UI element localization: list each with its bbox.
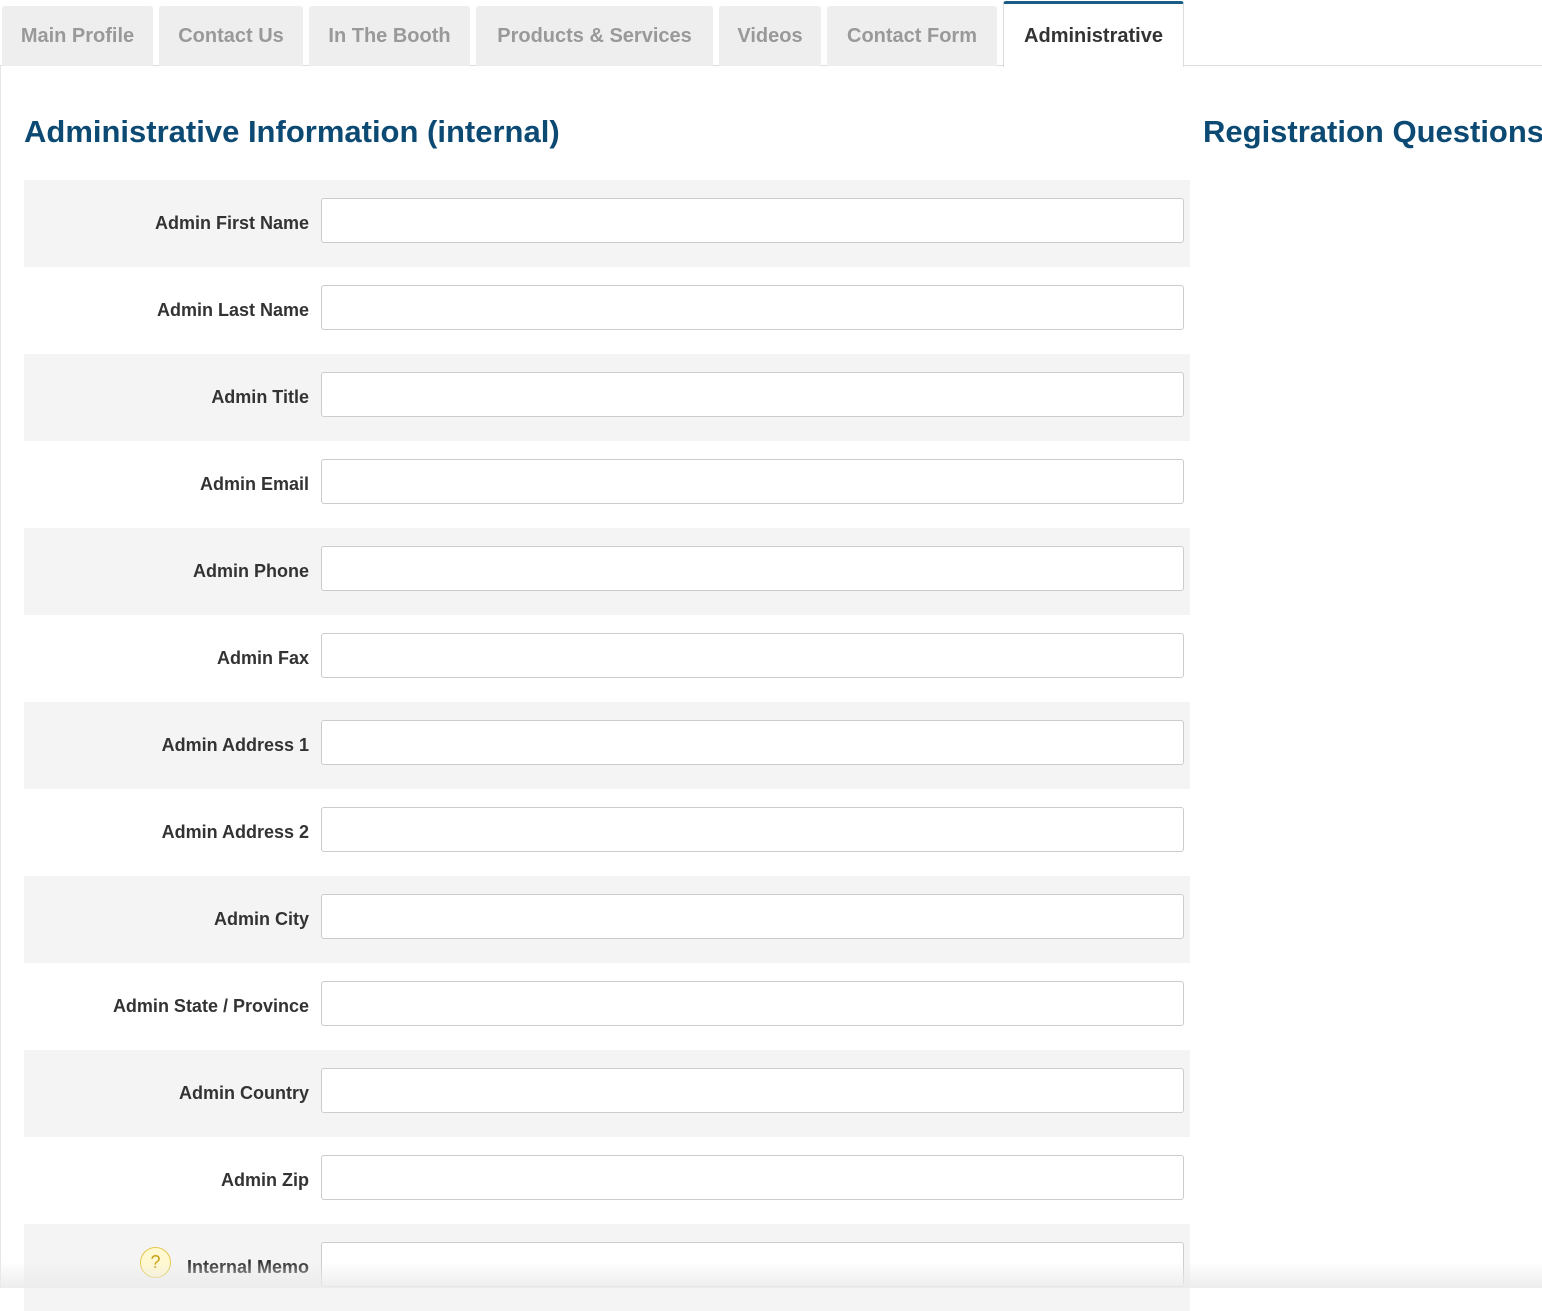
- admin-address-2-label: Admin Address 2: [161, 822, 309, 842]
- tab-in-the-booth[interactable]: In The Booth: [309, 6, 470, 66]
- admin-title-label: Admin Title: [211, 387, 309, 407]
- field-row-admin-zip: Admin Zip: [24, 1137, 1190, 1224]
- admin-city-input[interactable]: [321, 894, 1184, 939]
- field-row-admin-country: Admin Country: [24, 1050, 1190, 1137]
- tab-contact-form[interactable]: Contact Form: [827, 6, 997, 66]
- field-row-admin-state: Admin State / Province: [24, 963, 1190, 1050]
- field-row-admin-last-name: Admin Last Name: [24, 267, 1190, 354]
- registration-questions-heading: Registration Questions: [1203, 114, 1542, 149]
- admin-email-label: Admin Email: [199, 474, 309, 494]
- field-row-admin-phone: Admin Phone: [24, 528, 1190, 615]
- field-row-admin-city: Admin City: [24, 876, 1190, 963]
- field-row-admin-address-2: Admin Address 2: [24, 789, 1190, 876]
- admin-first-name-label: Admin First Name: [154, 213, 309, 233]
- admin-first-name-input[interactable]: [321, 198, 1184, 243]
- tab-bar: Main Profile Contact Us In The Booth Pro…: [0, 0, 1542, 67]
- admin-last-name-input[interactable]: [321, 285, 1184, 330]
- admin-email-input[interactable]: [321, 459, 1184, 504]
- admin-phone-label: Admin Phone: [193, 561, 309, 581]
- content-border: [0, 66, 1, 1288]
- admin-fax-input[interactable]: [321, 633, 1184, 678]
- internal-memo-label: Internal Memo: [186, 1257, 309, 1277]
- admin-zip-input[interactable]: [321, 1155, 1184, 1200]
- question-mark-icon[interactable]: ?: [140, 1247, 171, 1278]
- tab-main-profile[interactable]: Main Profile: [2, 6, 153, 66]
- field-row-admin-fax: Admin Fax: [24, 615, 1190, 702]
- admin-country-label: Admin Country: [179, 1083, 309, 1103]
- tab-products-services[interactable]: Products & Services: [476, 6, 713, 66]
- field-row-admin-title: Admin Title: [24, 354, 1190, 441]
- admin-phone-input[interactable]: [321, 546, 1184, 591]
- internal-memo-input[interactable]: [321, 1242, 1184, 1287]
- admin-last-name-label: Admin Last Name: [156, 300, 309, 320]
- admin-fax-label: Admin Fax: [216, 648, 309, 668]
- admin-zip-label: Admin Zip: [221, 1170, 309, 1190]
- admin-state-label: Admin State / Province: [112, 996, 309, 1016]
- admin-city-label: Admin City: [213, 909, 309, 929]
- admin-address-2-input[interactable]: [321, 807, 1184, 852]
- admin-info-heading: Administrative Information (internal): [24, 114, 560, 149]
- field-row-admin-first-name: Admin First Name: [24, 180, 1190, 267]
- tab-administrative[interactable]: Administrative: [1003, 1, 1184, 67]
- tab-videos[interactable]: Videos: [719, 6, 821, 66]
- admin-country-input[interactable]: [321, 1068, 1184, 1113]
- admin-state-input[interactable]: [321, 981, 1184, 1026]
- field-row-admin-email: Admin Email: [24, 441, 1190, 528]
- field-row-admin-address-1: Admin Address 1: [24, 702, 1190, 789]
- admin-title-input[interactable]: [321, 372, 1184, 417]
- admin-address-1-label: Admin Address 1: [161, 735, 309, 755]
- tab-contact-us[interactable]: Contact Us: [159, 6, 303, 66]
- field-row-internal-memo: ? Internal Memo: [24, 1224, 1190, 1311]
- admin-address-1-input[interactable]: [321, 720, 1184, 765]
